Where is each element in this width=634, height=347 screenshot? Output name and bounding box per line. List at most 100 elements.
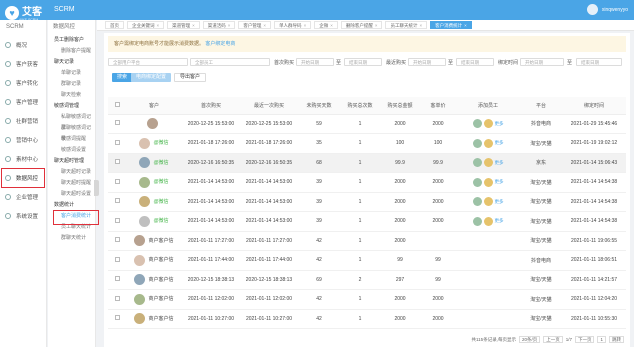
sidebar-item-7[interactable]: 数据风控	[0, 168, 46, 188]
menu-group[interactable]: 员工删除客户	[48, 35, 95, 46]
table-row[interactable]: @微信 2020-12-16 16:50:35 2020-12-16 16:50:3…	[108, 153, 626, 173]
customer-cell[interactable]: 商户客户信	[126, 309, 182, 329]
row-checkbox-cell[interactable]	[108, 270, 126, 290]
first-buy-start[interactable]: 开始日期	[296, 58, 334, 66]
submenu-item[interactable]: 聊天检索	[48, 90, 95, 101]
row-checkbox-cell[interactable]	[108, 211, 126, 232]
row-checkbox-cell[interactable]	[108, 231, 126, 251]
submenu-item[interactable]: 聊天超时记录	[48, 167, 95, 178]
row-checkbox[interactable]	[114, 217, 120, 223]
row-checkbox[interactable]	[114, 276, 120, 282]
customer-cell[interactable]: 商户客户信	[126, 270, 182, 290]
tab-3[interactable]: 渠道活码 ×	[202, 21, 236, 29]
tab-8[interactable]: 员工聊天统计 ×	[385, 21, 428, 29]
tab-4[interactable]: 客户管理 ×	[238, 21, 272, 29]
menu-group[interactable]: 聊天记录	[48, 57, 95, 68]
table-row[interactable]: 商户客户信 2020-12-15 18:38:13 2020-12-15 18:38…	[108, 270, 626, 290]
submenu-item[interactable]: 群聊天统计	[48, 233, 95, 244]
prev-page-button[interactable]: 上一页	[543, 336, 563, 343]
customer-cell[interactable]: @微信	[126, 133, 182, 154]
customer-cell[interactable]: @微信	[126, 172, 182, 193]
close-icon[interactable]: ×	[192, 23, 195, 28]
bind-config-button[interactable]: 电商绑定配置	[131, 73, 172, 82]
sidebar-item-8[interactable]: 企业管理	[0, 187, 46, 206]
table-row[interactable]: @微信 2021-01-14 14:53:00 2021-01-14 14:53:0…	[108, 172, 626, 193]
sidebar-item-1[interactable]: 客户获客	[0, 54, 46, 73]
close-icon[interactable]: ×	[304, 23, 307, 28]
export-button[interactable]: 导出客户	[174, 73, 207, 82]
row-checkbox-cell[interactable]	[108, 114, 126, 134]
submenu-item[interactable]: 删除客户提醒	[48, 46, 95, 57]
customer-cell[interactable]: @微信	[126, 211, 182, 232]
tab-9[interactable]: 客户消费统计 ×	[430, 21, 472, 29]
sidebar-item-0[interactable]: 概况	[0, 35, 46, 54]
close-icon[interactable]: ×	[263, 23, 266, 28]
table-row[interactable]: @微信 2021-01-14 14:53:00 2021-01-14 14:53:0…	[108, 211, 626, 232]
submenu-item[interactable]: 聊天超时设置	[48, 189, 95, 200]
submenu-item[interactable]: 单聊记录	[48, 68, 95, 79]
tab-1[interactable]: 企业关键词 ×	[127, 21, 165, 29]
row-checkbox[interactable]	[114, 315, 120, 321]
row-checkbox[interactable]	[114, 295, 120, 301]
tab-2[interactable]: 渠道管理 ×	[167, 21, 200, 29]
tab-5[interactable]: 单人群导码 ×	[274, 21, 312, 29]
close-icon[interactable]: ×	[464, 23, 467, 28]
goto-page-input[interactable]: 1	[597, 336, 606, 343]
row-checkbox-cell[interactable]	[108, 250, 126, 271]
more-link[interactable]: 更多	[495, 179, 504, 185]
row-checkbox-cell[interactable]	[108, 153, 126, 173]
staff-select[interactable]: 全部员工	[190, 58, 270, 66]
menu-group[interactable]: 敏感词管理	[48, 101, 95, 112]
more-link[interactable]: 更多	[495, 218, 504, 224]
row-checkbox[interactable]	[114, 237, 120, 243]
sidebar-item-3[interactable]: 客户管理	[0, 92, 46, 111]
sidebar-item-9[interactable]: 系统设置	[0, 206, 46, 225]
row-checkbox[interactable]	[114, 198, 120, 204]
search-button[interactable]: 搜索	[112, 73, 133, 82]
close-icon[interactable]: ×	[228, 23, 231, 28]
menu-group[interactable]: 聊天超时管理	[48, 156, 95, 167]
submenu-item[interactable]: 客户消费统计	[48, 210, 99, 225]
table-row[interactable]: @微信 2021-01-18 17:26:00 2021-01-18 17:26:0…	[108, 133, 626, 154]
table-row[interactable]: 商户客户信 2021-01-11 12:02:00 2021-01-11 12:02…	[108, 289, 626, 310]
row-checkbox[interactable]	[114, 120, 120, 126]
row-checkbox[interactable]	[114, 256, 120, 262]
submenu-item[interactable]: 敏感词提醒	[48, 134, 95, 145]
close-icon[interactable]: ×	[375, 23, 378, 28]
sidebar-item-4[interactable]: 社群营销	[0, 111, 46, 130]
close-icon[interactable]: ×	[330, 23, 333, 28]
submenu-item[interactable]: 群聊记录	[48, 79, 95, 90]
row-checkbox[interactable]	[114, 139, 120, 145]
next-page-button[interactable]: 下一页	[574, 336, 595, 343]
customer-cell[interactable]	[126, 114, 182, 134]
submenu-item[interactable]: 私聊敏感词记录	[48, 112, 95, 131]
customer-cell[interactable]: @微信	[126, 153, 182, 173]
more-link[interactable]: 更多	[495, 199, 504, 205]
bind-time-end[interactable]: 结束日期	[576, 58, 622, 66]
first-buy-end[interactable]: 结束日期	[344, 58, 382, 66]
last-buy-start[interactable]: 开始日期	[408, 58, 446, 66]
row-checkbox-cell[interactable]	[108, 192, 126, 212]
sidebar-collapse-handle[interactable]	[94, 180, 99, 196]
table-row[interactable]: 商户客户信 2021-01-11 17:44:00 2021-01-11 17:44…	[108, 250, 626, 271]
tab-7[interactable]: 删除客户提醒 ×	[340, 21, 383, 29]
notice-link[interactable]: 客户绑定电商	[205, 41, 235, 47]
submenu-item[interactable]: 聊天超时提醒	[48, 178, 95, 189]
more-link[interactable]: 更多	[495, 140, 504, 146]
table-row[interactable]: 商户客户信 2021-01-11 17:27:00 2021-01-11 17:27…	[108, 231, 626, 251]
platform-select[interactable]: 全部用户平台	[108, 58, 188, 66]
submenu-item[interactable]: 群聊敏感词记录	[48, 123, 95, 142]
table-row[interactable]: 商户客户信 2021-01-11 10:27:00 2021-01-11 10:27…	[108, 309, 626, 329]
sidebar-item-5[interactable]: 营销中心	[0, 130, 46, 149]
row-checkbox-cell[interactable]	[108, 289, 126, 310]
table-row[interactable]: @微信 2021-01-14 14:53:00 2021-01-14 14:53:0…	[108, 192, 626, 212]
close-icon[interactable]: ×	[157, 23, 160, 28]
last-buy-end[interactable]: 结束日期	[456, 58, 494, 66]
tab-6[interactable]: 企微 ×	[314, 21, 338, 29]
customer-cell[interactable]: 商户客户信	[126, 250, 182, 271]
page-size-select[interactable]: 20条/页	[518, 336, 541, 343]
user-menu[interactable]: xinqwenyyo	[586, 4, 628, 15]
sidebar-item-2[interactable]: 客户转化	[0, 73, 46, 92]
select-all-checkbox[interactable]	[114, 101, 120, 107]
row-checkbox-cell[interactable]	[108, 309, 126, 329]
